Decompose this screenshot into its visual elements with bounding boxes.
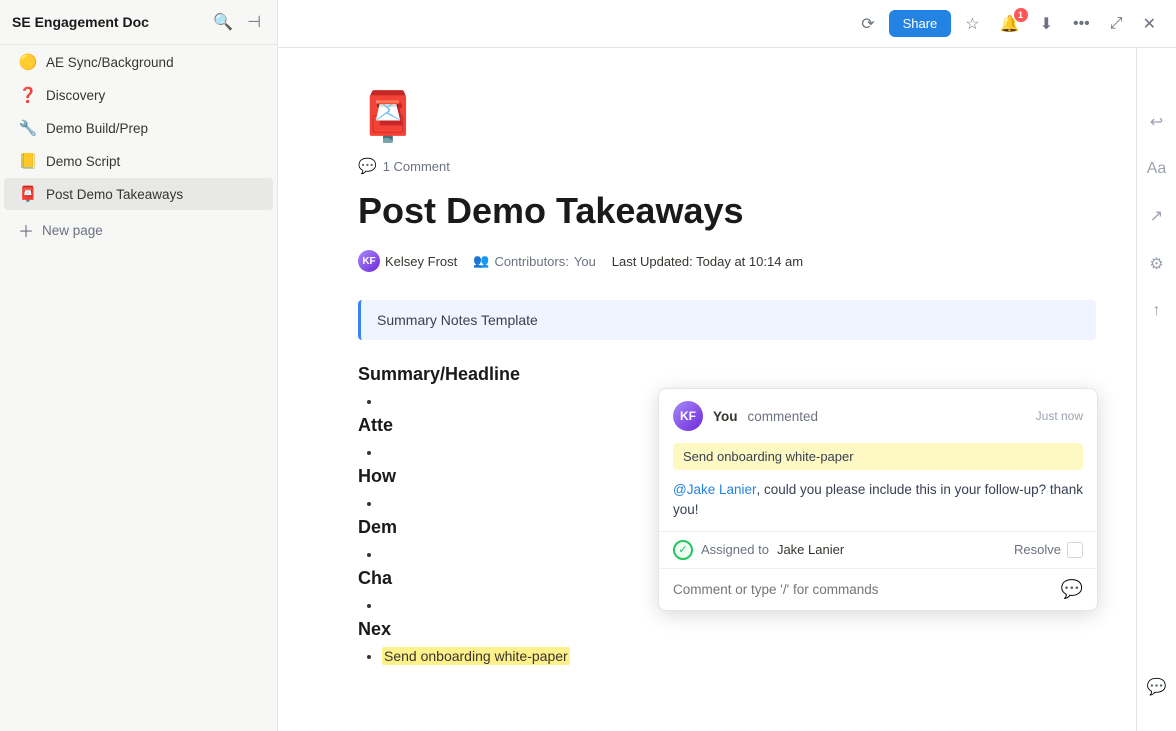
sidebar-item-discovery-label: Discovery (46, 88, 105, 103)
favorite-button[interactable]: ☆ (959, 10, 985, 38)
resolve-button[interactable]: Resolve (1014, 542, 1083, 558)
comment-author-row: KF You commented (673, 401, 818, 431)
comment-input-row: 💬 (659, 568, 1097, 610)
comment-footer: ✓ Assigned to Jake Lanier Resolve (659, 531, 1097, 568)
page-icon: 📮 (358, 88, 1096, 145)
sidebar-item-demo-script-label: Demo Script (46, 154, 120, 169)
sidebar: SE Engagement Doc 🔍 ⊣ 🟡 AE Sync/Backgrou… (0, 0, 278, 731)
fullscreen-button[interactable]: ⤢ (1104, 11, 1129, 37)
template-text: Summary Notes Template (377, 312, 538, 328)
settings-side-button[interactable]: ⚙ (1145, 250, 1167, 278)
assigned-row: ✓ Assigned to Jake Lanier (673, 540, 844, 560)
page-content: 📮 💬 1 Comment Post Demo Takeaways KF Kel… (278, 48, 1176, 731)
check-circle-icon: ✓ (673, 540, 693, 560)
author-row: KF Kelsey Frost (358, 250, 457, 272)
plus-icon: ＋ (18, 218, 34, 242)
section-next-heading: Next steps (358, 619, 1096, 640)
sidebar-item-post-demo-label: Post Demo Takeaways (46, 187, 183, 202)
next-bullet: Send onboarding white-paper (382, 648, 1096, 664)
close-button[interactable]: ✕ (1137, 10, 1162, 38)
side-actions: ↩ Aa ↗ ⚙ ↑ 💬 (1136, 48, 1176, 731)
comment-highlight-bar: Send onboarding white-paper (673, 443, 1083, 470)
author-avatar: KF (358, 250, 380, 272)
section-summary-heading: Summary/Headline (358, 364, 1096, 385)
sidebar-title: SE Engagement Doc (12, 14, 149, 30)
sidebar-item-discovery[interactable]: ❓ Discovery (4, 79, 273, 111)
comment-time: Just now (1036, 409, 1083, 423)
contributors-row: 👥 Contributors: You (473, 253, 596, 269)
sidebar-item-demo-script[interactable]: 📒 Demo Script (4, 145, 273, 177)
page-title: Post Demo Takeaways (358, 189, 1096, 232)
comment-body: @Jake Lanier, could you please include t… (659, 480, 1097, 531)
highlighted-bullet-text: Send onboarding white-paper (382, 647, 570, 665)
resolve-label: Resolve (1014, 542, 1061, 557)
comment-count-row: 💬 1 Comment (358, 157, 1096, 175)
ae-sync-icon: 🟡 (18, 53, 38, 71)
contributors-label: Contributors: (494, 254, 568, 269)
sidebar-toggle-button[interactable]: ⊣ (243, 10, 265, 34)
new-page-label: New page (42, 223, 103, 238)
demo-build-icon: 🔧 (18, 119, 38, 137)
sidebar-item-ae-sync-label: AE Sync/Background (46, 55, 174, 70)
comment-side-button[interactable]: 💬 (1143, 673, 1171, 701)
comment-author-name: You (713, 409, 738, 424)
template-callout: Summary Notes Template (358, 300, 1096, 340)
comment-header: KF You commented Just now (659, 389, 1097, 439)
comment-popup: KF You commented Just now Send onboardin… (658, 388, 1098, 611)
share-side-button[interactable]: ↗ (1146, 202, 1167, 230)
comment-input[interactable] (673, 582, 1053, 597)
comment-bubble-icon: 💬 (358, 157, 377, 175)
sidebar-item-post-demo[interactable]: 📮 Post Demo Takeaways (4, 178, 273, 210)
comment-mention: @Jake Lanier (673, 482, 757, 497)
topbar: ⟳ Share ☆ 🔔 1 ⬇ ••• ⤢ ✕ (278, 0, 1176, 48)
post-demo-icon: 📮 (18, 185, 38, 203)
contributors-value: You (574, 254, 596, 269)
main-content: ⟳ Share ☆ 🔔 1 ⬇ ••• ⤢ ✕ 📮 💬 1 Comment Po… (278, 0, 1176, 731)
download-button[interactable]: ⬇ (1034, 10, 1059, 38)
comment-avatar: KF (673, 401, 703, 431)
share-button[interactable]: Share (889, 10, 952, 37)
comment-verb: commented (748, 409, 819, 424)
sidebar-item-demo-build-label: Demo Build/Prep (46, 121, 148, 136)
typography-button[interactable]: Aa (1143, 156, 1171, 182)
comment-count-text: 1 Comment (383, 159, 450, 174)
collapse-side-button[interactable]: ↩ (1146, 108, 1167, 136)
resolve-checkbox[interactable] (1067, 542, 1083, 558)
assigned-label: Assigned to (701, 542, 769, 557)
nav-items: 🟡 AE Sync/Background ❓ Discovery 🔧 Demo … (0, 45, 277, 250)
sidebar-header-icons: 🔍 ⊣ (209, 10, 265, 34)
updated-value: Today at 10:14 am (696, 254, 803, 269)
discovery-icon: ❓ (18, 86, 38, 104)
notification-button[interactable]: 🔔 1 (994, 10, 1026, 38)
page-meta: KF Kelsey Frost 👥 Contributors: You Last… (358, 250, 1096, 272)
more-options-button[interactable]: ••• (1067, 11, 1096, 37)
send-comment-button[interactable]: 💬 (1061, 579, 1083, 600)
sidebar-item-ae-sync[interactable]: 🟡 AE Sync/Background (4, 46, 273, 78)
author-name: Kelsey Frost (385, 254, 457, 269)
assignee-name: Jake Lanier (777, 542, 844, 557)
sidebar-item-demo-build-prep[interactable]: 🔧 Demo Build/Prep (4, 112, 273, 144)
sidebar-header: SE Engagement Doc 🔍 ⊣ (0, 0, 277, 45)
export-side-button[interactable]: ↑ (1149, 298, 1165, 324)
new-page-button[interactable]: ＋ New page (4, 211, 273, 249)
search-button[interactable]: 🔍 (209, 10, 237, 34)
updated-label: Last Updated: (612, 254, 693, 269)
demo-script-icon: 📒 (18, 152, 38, 170)
last-updated-row: Last Updated: Today at 10:14 am (612, 254, 803, 269)
history-button[interactable]: ⟳ (855, 10, 880, 38)
notification-badge: 1 (1014, 8, 1028, 22)
